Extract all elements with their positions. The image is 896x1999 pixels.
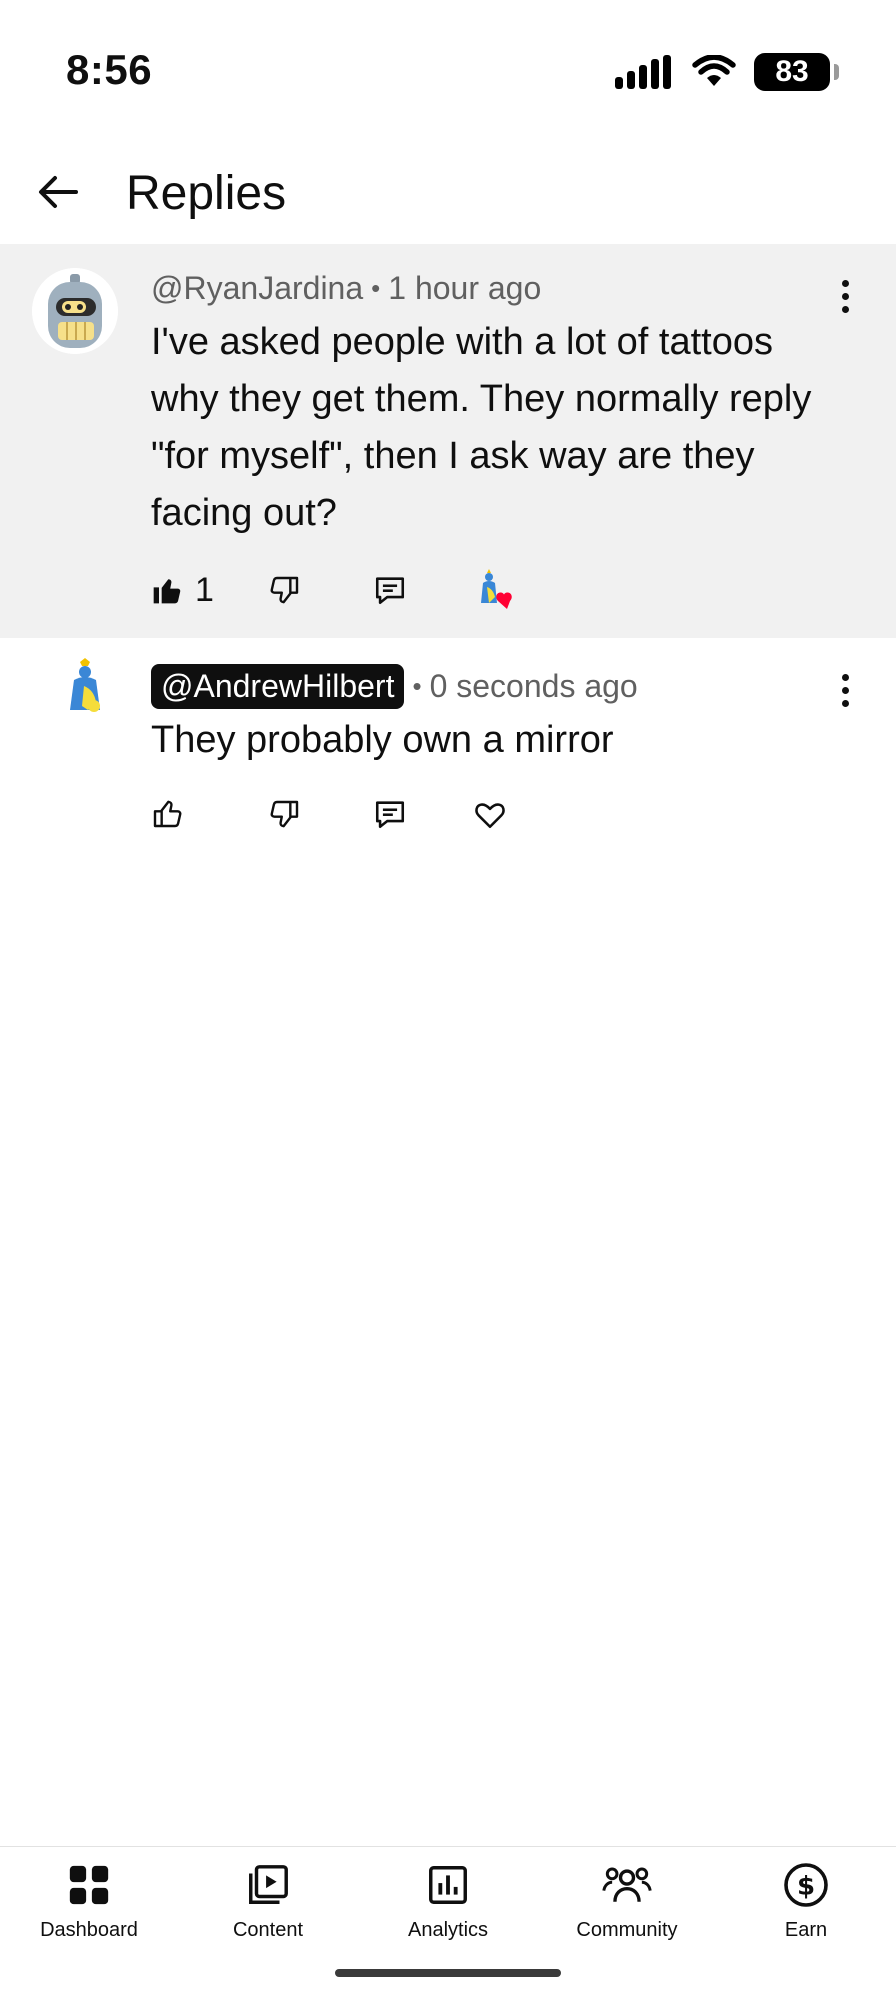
nav-community[interactable]: Community [552, 1859, 702, 1959]
nav-label: Dashboard [40, 1919, 138, 1941]
nav-label: Analytics [407, 1919, 489, 1941]
reply-button[interactable] [373, 790, 407, 838]
robot-avatar-icon [32, 268, 118, 354]
battery-level: 83 [775, 55, 809, 88]
heart-button[interactable] [473, 790, 507, 838]
reply-button[interactable] [373, 566, 407, 614]
nav-earn[interactable]: $ Earn [731, 1859, 881, 1959]
nav-analytics[interactable]: Analytics [373, 1859, 523, 1959]
reply-icon [375, 577, 405, 605]
meta-separator: • [371, 273, 381, 303]
wizard-avatar-icon [70, 658, 100, 712]
comment-time: 0 seconds ago [429, 668, 638, 704]
status-icons: 83 [614, 50, 839, 94]
comment-text: They probably own a mirror [151, 719, 614, 761]
nav-label: Community [576, 1919, 678, 1941]
comment-meta: @AndrewHilbert • 0 seconds ago [151, 664, 638, 709]
more-dot [841, 699, 849, 707]
back-button[interactable] [30, 164, 86, 220]
dashboard-icon [63, 1859, 115, 1911]
more-dot [841, 686, 849, 694]
wifi-icon [692, 55, 736, 86]
comment-text: I've asked people with a lot of tattoos … [151, 321, 812, 534]
reply-icon [375, 801, 405, 829]
home-indicator[interactable] [335, 1969, 561, 1977]
like-count: 1 [195, 570, 214, 609]
dislike-button[interactable] [269, 790, 301, 838]
status-time: 8:56 [66, 46, 153, 93]
community-icon [601, 1859, 653, 1911]
parent-comment: @RyanJardina • 1 hour ago I've asked peo… [0, 244, 896, 638]
battery-icon: 83 [754, 53, 839, 91]
avatar[interactable] [32, 268, 118, 354]
comment-actions [151, 790, 571, 838]
more-dot [841, 305, 849, 313]
comment-meta: @RyanJardina • 1 hour ago [151, 270, 541, 307]
heart-outline-icon [475, 803, 505, 829]
nav-dashboard[interactable]: Dashboard [14, 1859, 164, 1959]
arrow-left-icon [39, 176, 78, 208]
svg-text:$: $ [797, 1872, 815, 1902]
content-icon [242, 1859, 294, 1911]
comment-author-badge[interactable]: @AndrewHilbert [151, 664, 405, 709]
nav-content[interactable]: Content [193, 1859, 343, 1959]
more-dot [841, 292, 849, 300]
avatar[interactable] [54, 658, 118, 722]
reply-comment: @AndrewHilbert • 0 seconds ago They prob… [0, 638, 896, 868]
app-header: Replies [0, 140, 896, 244]
thumbs-up-icon [153, 800, 182, 828]
creator-heart-icon [481, 569, 512, 609]
like-button[interactable] [151, 790, 183, 838]
like-button[interactable]: 1 [151, 566, 214, 614]
more-dot [841, 673, 849, 681]
signal-icon [615, 55, 671, 89]
more-dot [841, 279, 849, 287]
status-bar: 8:56 83 [0, 0, 896, 140]
dislike-button[interactable] [269, 566, 301, 614]
comment-author[interactable]: @RyanJardina [151, 270, 363, 307]
earn-icon: $ [780, 1859, 832, 1911]
thumbs-down-icon [270, 576, 299, 604]
comment-time: 1 hour ago [388, 270, 542, 306]
meta-separator: • [412, 671, 422, 701]
thumbs-down-icon [270, 800, 299, 828]
comment-actions: 1 [151, 566, 571, 614]
thumbs-up-filled-icon [153, 579, 181, 604]
nav-label: Content [232, 1919, 304, 1941]
more-options-button[interactable] [830, 668, 860, 712]
page-title: Replies [126, 167, 287, 220]
creator-heart-badge[interactable] [473, 566, 519, 614]
nav-label: Earn [784, 1919, 828, 1941]
analytics-icon [422, 1859, 474, 1911]
more-options-button[interactable] [830, 274, 860, 318]
